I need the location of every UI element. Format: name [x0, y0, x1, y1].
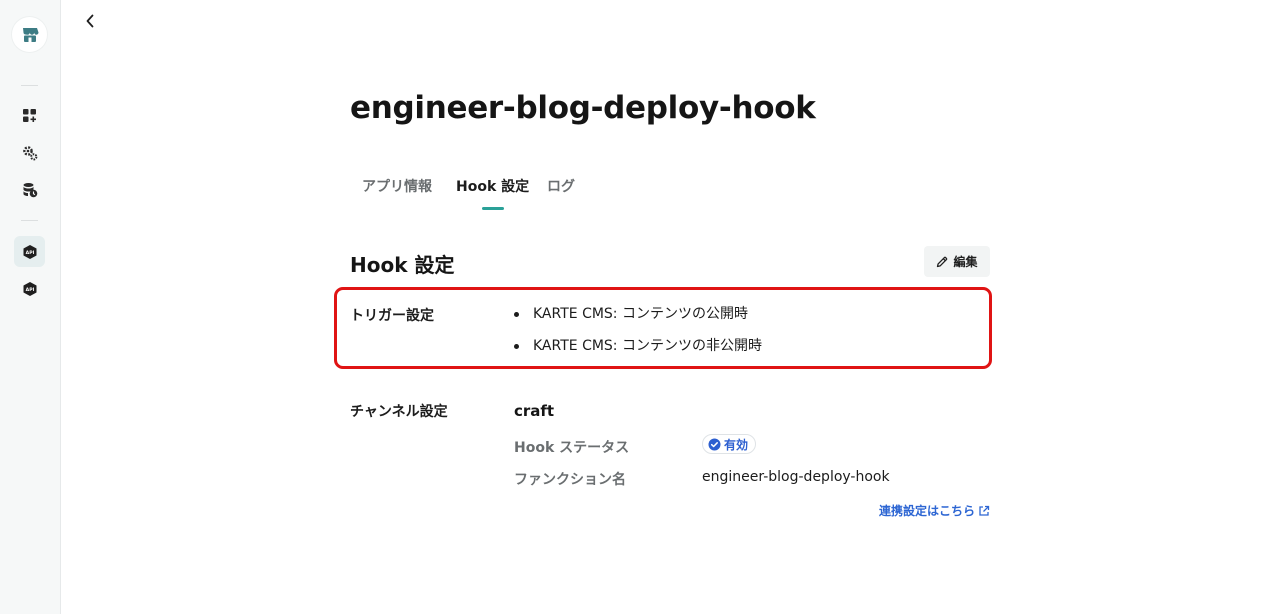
database-clock-icon — [23, 182, 37, 197]
trigger-settings-label: トリガー設定 — [350, 308, 434, 324]
store-logo[interactable] — [12, 17, 47, 52]
check-circle-icon — [708, 438, 721, 450]
sidebar-item-api[interactable]: API — [14, 273, 45, 304]
function-name-value: engineer-blog-deploy-hook — [702, 469, 890, 485]
sidebar-divider — [21, 220, 38, 221]
settings-gears-icon — [22, 145, 37, 160]
dashboard-add-icon — [23, 109, 36, 122]
pencil-icon — [937, 256, 948, 267]
active-tab-indicator — [481, 207, 504, 210]
function-name-label: ファンクション名 — [514, 472, 626, 488]
edit-button-label: 編集 — [953, 255, 978, 269]
edit-button[interactable]: 編集 — [924, 246, 990, 277]
trigger-item: KARTE CMS: コンテンツの公開時 — [510, 303, 762, 335]
tab-hook-settings[interactable]: Hook 設定 — [446, 174, 539, 210]
svg-text:API: API — [25, 287, 34, 293]
status-badge-label: 有効 — [724, 437, 749, 452]
status-badge: 有効 — [702, 434, 757, 454]
trigger-list: KARTE CMS: コンテンツの公開時 KARTE CMS: コンテンツの非公… — [510, 303, 762, 367]
integration-settings-link-label: 連携設定はこちら — [879, 504, 976, 518]
tab-log[interactable]: ログ — [537, 174, 585, 200]
api-hexagon-icon: API — [23, 281, 36, 296]
sidebar: API API — [0, 0, 61, 614]
trigger-item: KARTE CMS: コンテンツの非公開時 — [510, 335, 762, 367]
section-title: Hook 設定 — [350, 253, 455, 277]
page-title: engineer-blog-deploy-hook — [350, 90, 816, 126]
svg-text:API: API — [25, 250, 34, 256]
sidebar-item-settings[interactable] — [14, 137, 45, 168]
tab-app-info[interactable]: アプリ情報 — [352, 174, 442, 200]
channel-settings-label: チャンネル設定 — [350, 404, 448, 420]
hook-status-label: Hook ステータス — [514, 440, 630, 456]
sidebar-item-database[interactable] — [14, 174, 45, 205]
sidebar-divider — [21, 85, 38, 86]
store-icon — [22, 27, 38, 42]
back-button[interactable] — [82, 12, 98, 30]
chevron-left-icon — [86, 14, 94, 28]
external-link-icon — [979, 505, 990, 516]
api-hexagon-icon: API — [23, 244, 36, 259]
sidebar-item-dashboard[interactable] — [14, 100, 45, 131]
channel-name: craft — [514, 402, 555, 420]
tab-label: Hook 設定 — [456, 179, 530, 195]
sidebar-item-api-active[interactable]: API — [14, 236, 45, 267]
integration-settings-link[interactable]: 連携設定はこちら — [879, 502, 990, 519]
